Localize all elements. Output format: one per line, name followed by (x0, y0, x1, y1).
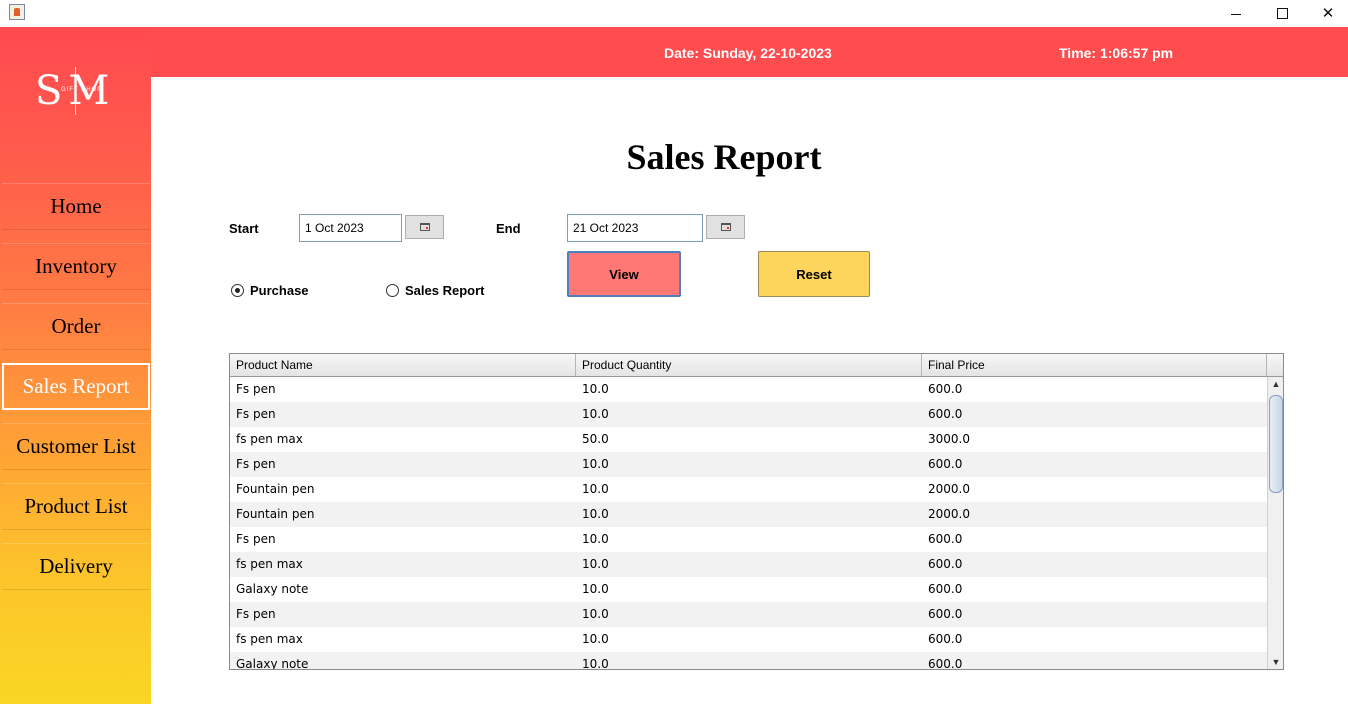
cell-final-price: 600.0 (928, 382, 963, 396)
vertical-scrollbar[interactable]: ▲ ▼ (1267, 377, 1283, 669)
cell-product-name: Fs pen (236, 407, 276, 421)
sales-table: Product Name Product Quantity Final Pric… (229, 353, 1284, 670)
header-date: Date: Sunday, 22-10-2023 (664, 45, 832, 61)
radio-sales-indicator (386, 284, 399, 297)
start-label: Start (229, 221, 259, 236)
minimize-icon (1231, 13, 1241, 15)
cell-final-price: 2000.0 (928, 507, 970, 521)
cell-product-quantity: 10.0 (582, 457, 609, 471)
start-date-picker: 1 Oct 2023 (299, 214, 446, 242)
table-body: Fs pen 10.0 600.0 Fs pen 10.0 600.0 fs pen max… (230, 377, 1267, 670)
cell-final-price: 3000.0 (928, 432, 970, 446)
java-app-icon (9, 4, 25, 20)
calendar-icon (720, 223, 731, 231)
logo: SM GIFT SHOP (35, 67, 117, 117)
table-row[interactable]: Fs pen 10.0 600.0 (230, 527, 1267, 552)
radio-purchase-indicator (231, 284, 244, 297)
table-row[interactable]: fs pen max 10.0 600.0 (230, 627, 1267, 652)
cell-final-price: 2000.0 (928, 482, 970, 496)
cell-product-name: Galaxy note (236, 657, 309, 670)
table-row[interactable]: Fountain pen 10.0 2000.0 (230, 477, 1267, 502)
cell-final-price: 600.0 (928, 632, 963, 646)
column-header-final-price[interactable]: Final Price (922, 354, 1267, 376)
scroll-thumb[interactable] (1269, 395, 1283, 493)
table-row[interactable]: Fs pen 10.0 600.0 (230, 377, 1267, 402)
sidebar-item-home[interactable]: Home (2, 183, 150, 230)
table-row[interactable]: Galaxy note 10.0 600.0 (230, 577, 1267, 602)
reset-button[interactable]: Reset (758, 251, 870, 297)
end-date-picker: 21 Oct 2023 (567, 214, 747, 242)
column-header-product-name[interactable]: Product Name (230, 354, 576, 376)
cell-product-name: Fountain pen (236, 507, 315, 521)
table-header: Product Name Product Quantity Final Pric… (230, 354, 1283, 377)
cell-product-name: Galaxy note (236, 582, 309, 596)
cell-product-quantity: 10.0 (582, 382, 609, 396)
cell-product-quantity: 10.0 (582, 582, 609, 596)
cell-product-quantity: 10.0 (582, 407, 609, 421)
end-calendar-button[interactable] (706, 215, 745, 239)
sidebar: SM GIFT SHOP Home Inventory Order Sales … (0, 27, 151, 704)
cell-product-quantity: 10.0 (582, 607, 609, 621)
radio-sales-label: Sales Report (405, 283, 485, 298)
cell-product-quantity: 10.0 (582, 632, 609, 646)
maximize-button[interactable] (1259, 0, 1305, 26)
cell-product-name: fs pen max (236, 632, 303, 646)
cell-final-price: 600.0 (928, 657, 963, 670)
radio-sales-report[interactable]: Sales Report (386, 283, 484, 298)
radio-purchase-label: Purchase (250, 283, 309, 298)
sidebar-item-delivery[interactable]: Delivery (2, 543, 150, 590)
sidebar-item-sales-report[interactable]: Sales Report (2, 363, 150, 410)
cell-product-quantity: 10.0 (582, 657, 609, 670)
top-header: Date: Sunday, 22-10-2023 Time: 1:06:57 p… (0, 27, 1348, 77)
scroll-down-arrow-icon[interactable]: ▼ (1268, 655, 1283, 669)
cell-final-price: 600.0 (928, 607, 963, 621)
cell-product-name: Fs pen (236, 457, 276, 471)
radio-purchase[interactable]: Purchase (231, 283, 309, 298)
page-title: Sales Report (626, 137, 822, 177)
cell-final-price: 600.0 (928, 407, 963, 421)
cell-product-quantity: 50.0 (582, 432, 609, 446)
maximize-icon (1276, 7, 1288, 19)
table-row[interactable]: Fs pen 10.0 600.0 (230, 402, 1267, 427)
cell-product-quantity: 10.0 (582, 532, 609, 546)
cell-product-name: fs pen max (236, 557, 303, 571)
close-button[interactable]: ✕ (1305, 0, 1348, 26)
scroll-up-arrow-icon[interactable]: ▲ (1268, 377, 1283, 391)
cell-product-name: Fs pen (236, 382, 276, 396)
cell-product-quantity: 10.0 (582, 482, 609, 496)
close-icon: ✕ (1321, 5, 1335, 22)
table-row[interactable]: Galaxy note 10.0 600.0 (230, 652, 1267, 670)
cell-product-name: Fountain pen (236, 482, 315, 496)
cell-product-quantity: 10.0 (582, 507, 609, 521)
sidebar-item-product-list[interactable]: Product List (2, 483, 150, 530)
logo-subtitle: GIFT SHOP (61, 87, 103, 93)
cell-final-price: 600.0 (928, 582, 963, 596)
minimize-button[interactable] (1213, 0, 1259, 26)
cell-product-name: fs pen max (236, 432, 303, 446)
table-row[interactable]: Fs pen 10.0 600.0 (230, 452, 1267, 477)
start-date-input[interactable]: 1 Oct 2023 (299, 214, 402, 242)
end-label: End (496, 221, 521, 236)
sidebar-item-customer-list[interactable]: Customer List (2, 423, 150, 470)
cell-final-price: 600.0 (928, 532, 963, 546)
start-calendar-button[interactable] (405, 215, 444, 239)
table-row[interactable]: fs pen max 50.0 3000.0 (230, 427, 1267, 452)
cell-product-quantity: 10.0 (582, 557, 609, 571)
table-row[interactable]: Fs pen 10.0 600.0 (230, 602, 1267, 627)
calendar-icon (419, 223, 430, 231)
column-header-product-quantity[interactable]: Product Quantity (576, 354, 922, 376)
header-time: Time: 1:06:57 pm (1059, 45, 1174, 61)
end-date-input[interactable]: 21 Oct 2023 (567, 214, 703, 242)
view-button[interactable]: View (567, 251, 681, 297)
sidebar-item-order[interactable]: Order (2, 303, 150, 350)
window-titlebar: ✕ (0, 0, 1348, 26)
cell-product-name: Fs pen (236, 607, 276, 621)
sidebar-item-inventory[interactable]: Inventory (2, 243, 150, 290)
table-row[interactable]: fs pen max 10.0 600.0 (230, 552, 1267, 577)
cell-product-name: Fs pen (236, 532, 276, 546)
table-row[interactable]: Fountain pen 10.0 2000.0 (230, 502, 1267, 527)
cell-final-price: 600.0 (928, 457, 963, 471)
cell-final-price: 600.0 (928, 557, 963, 571)
